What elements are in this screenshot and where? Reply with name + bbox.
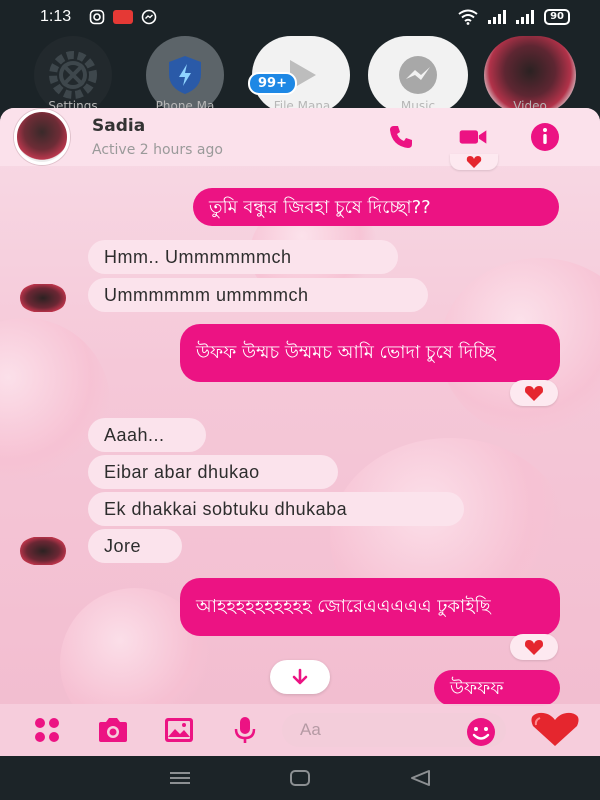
messenger-icon [141, 9, 157, 25]
reaction-heart[interactable] [510, 634, 558, 660]
wifi-icon [458, 9, 478, 25]
signal-icon-2 [516, 10, 535, 24]
clock: 1:13 [40, 8, 72, 25]
message-text: তুমি বন্ধুর জিবহা চুষে দিচ্ছো?? [209, 196, 431, 218]
message-text: Eibar abar dhukao [104, 461, 260, 482]
status-bar: 1:13 90 [0, 0, 600, 34]
phone-icon[interactable] [386, 122, 416, 152]
message-bubble-outgoing[interactable]: তুমি বন্ধুর জিবহা চুষে দিচ্ছো?? [193, 188, 559, 226]
message-bubble-outgoing[interactable]: উফফ উম্মচ উম্মমচ আমি ভোদা চুষে দিচ্ছি [180, 324, 560, 382]
message-text: Jore [104, 535, 142, 556]
emoji-icon[interactable] [466, 717, 496, 751]
camera-icon[interactable] [96, 713, 130, 747]
phone-manager-app[interactable]: Phone Ma [146, 36, 224, 114]
sender-avatar[interactable] [20, 537, 66, 565]
arrow-down-icon [292, 668, 308, 685]
contact-name[interactable]: Sadia [92, 116, 223, 136]
instagram-icon [89, 9, 105, 25]
messenger-icon [399, 56, 437, 94]
gallery-icon[interactable] [162, 713, 196, 747]
gear-icon [49, 51, 97, 99]
reaction-heart[interactable] [450, 154, 498, 170]
heart-icon [531, 712, 579, 746]
menu-dots-icon[interactable] [30, 713, 64, 747]
chat-head-avatar[interactable]: Video [484, 36, 576, 114]
message-bubble-incoming[interactable]: Jore [88, 529, 182, 563]
message-text: Ek dhakkai sobtuku dhukaba [104, 498, 348, 519]
conversation-header: Sadia Active 2 hours ago [0, 108, 600, 166]
avatar[interactable] [14, 109, 70, 165]
messenger-app[interactable]: Music [368, 36, 468, 114]
heart-icon [466, 156, 482, 168]
message-text: উফফ উম্মচ উম্মমচ আমি ভোদা চুষে দিচ্ছি [196, 342, 496, 363]
floating-app-launcher: Settings Phone Ma File Mana Music Video … [0, 36, 600, 116]
message-text: Aaah... [104, 424, 165, 445]
settings-app[interactable]: Settings [34, 36, 112, 114]
message-bubble-incoming[interactable]: Ummmmmm ummmmch [88, 278, 428, 312]
sender-avatar[interactable] [20, 284, 66, 312]
message-text: Ummmmmm ummmmch [104, 284, 309, 305]
message-bubble-incoming[interactable]: Hmm.. Ummmmmmch [88, 240, 398, 274]
recorder-icon [113, 10, 134, 24]
chat-window: Sadia Active 2 hours ago তুমি বন্ধুর জিব… [0, 108, 600, 756]
system-navigation-bar [0, 756, 600, 800]
message-bubble-incoming[interactable]: Eibar abar dhukao [88, 455, 338, 489]
message-bubble-outgoing[interactable]: উফফফ [434, 670, 560, 706]
message-composer [0, 704, 600, 756]
back-icon[interactable] [400, 766, 440, 790]
heart-icon [525, 385, 543, 401]
battery-icon: 90 [544, 9, 570, 25]
message-text: আহহহহহহহহহহ জোরেএএএএএ ঢুকাইছি [196, 596, 491, 617]
recent-apps-icon[interactable] [160, 766, 200, 790]
message-bubble-outgoing[interactable]: আহহহহহহহহহহ জোরেএএএএএ ঢুকাইছি [180, 578, 560, 636]
info-icon[interactable] [530, 122, 560, 152]
video-call-icon[interactable] [458, 122, 488, 152]
heart-send-button[interactable] [528, 712, 582, 752]
microphone-icon[interactable] [228, 713, 262, 747]
message-text: উফফফ [450, 677, 504, 699]
message-bubble-incoming[interactable]: Ek dhakkai sobtuku dhukaba [88, 492, 464, 526]
reaction-heart[interactable] [510, 380, 558, 406]
notification-badge: 99+ [248, 72, 297, 95]
shield-icon [169, 56, 201, 94]
scroll-to-bottom-button[interactable] [270, 660, 330, 694]
active-status: Active 2 hours ago [92, 142, 223, 158]
message-bubble-incoming[interactable]: Aaah... [88, 418, 206, 452]
home-icon[interactable] [280, 766, 320, 790]
message-text: Hmm.. Ummmmmmch [104, 246, 292, 267]
signal-icon [488, 10, 507, 24]
heart-icon [525, 639, 543, 655]
